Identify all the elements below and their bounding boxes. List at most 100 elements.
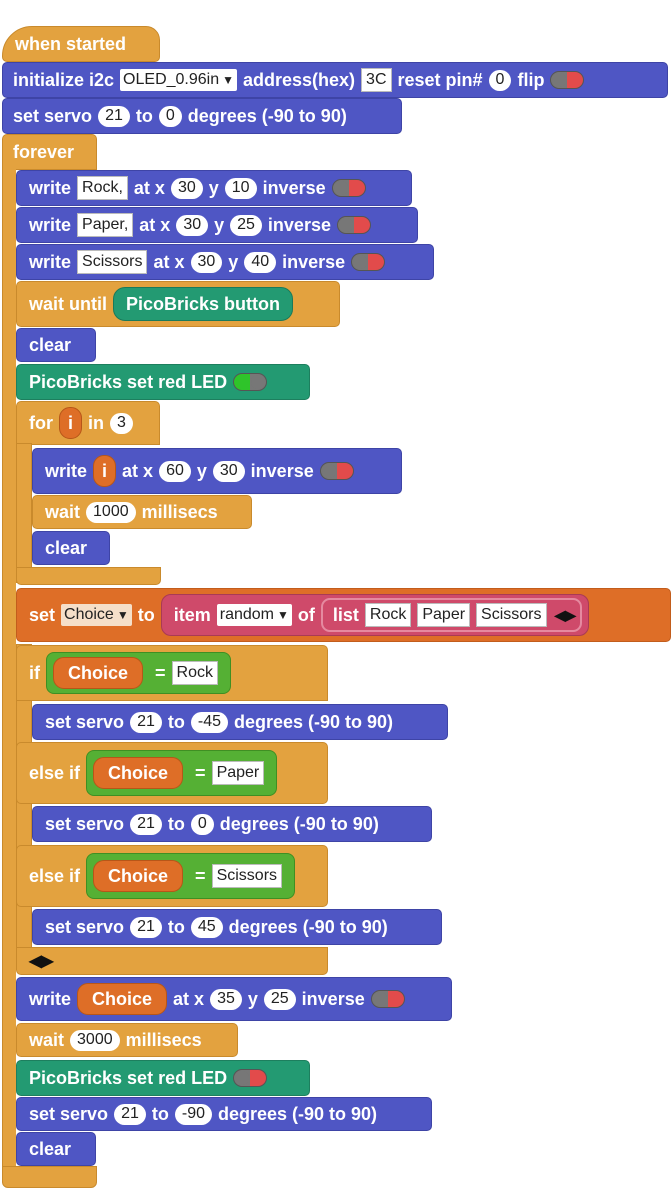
servo-end-block[interactable]: set servo 21 to -90 degrees (-90 to 90) (16, 1097, 432, 1131)
x-field[interactable]: 30 (176, 214, 209, 236)
dropdown-arrow-icon: ▼ (276, 608, 289, 622)
y-field[interactable]: 40 (244, 251, 277, 273)
clear-block[interactable]: clear (32, 531, 110, 565)
display-dropdown[interactable]: OLED_0.96in ▼ (120, 69, 237, 91)
clear-block[interactable]: clear (16, 328, 96, 362)
equals-block[interactable]: Choice = Scissors (86, 853, 296, 899)
servo-pin-field[interactable]: 21 (130, 916, 162, 938)
for-block[interactable]: for i in 3 (16, 401, 160, 445)
led-on-block[interactable]: PicoBricks set red LED (16, 364, 310, 400)
led-off-block[interactable]: PicoBricks set red LED (16, 1060, 310, 1096)
for-label: for (29, 412, 53, 433)
x-field[interactable]: 60 (159, 460, 191, 482)
write-scissors-block[interactable]: write Scissors at x 30 y 40 inverse (16, 244, 434, 280)
list-item-field[interactable]: Rock (364, 603, 412, 627)
equals-symbol: = (195, 762, 206, 783)
clear-label: clear (29, 1138, 72, 1159)
to-label: to (167, 711, 185, 732)
choice-var-pill[interactable]: Choice (93, 757, 184, 789)
write-text-field[interactable]: Paper, (77, 213, 134, 237)
servo-angle-field[interactable]: 45 (190, 916, 223, 938)
write-rock-block[interactable]: write Rock, at x 30 y 10 inverse (16, 170, 412, 206)
init-i2c-block[interactable]: initialize i2c OLED_0.96in ▼ address(hex)… (2, 62, 668, 98)
set-choice-block[interactable]: set Choice ▼ to item random ▼ of list Rock… (16, 588, 671, 642)
x-field[interactable]: 30 (190, 251, 223, 273)
x-field[interactable]: 35 (210, 988, 242, 1010)
choice-var-value: Choice (64, 606, 114, 623)
for-var-i[interactable]: i (59, 407, 83, 439)
write-text-field[interactable]: Scissors (77, 250, 148, 274)
y-field[interactable]: 25 (230, 214, 262, 236)
y-label: y (228, 251, 239, 272)
flip-toggle[interactable] (550, 71, 585, 89)
for-count-field[interactable]: 3 (110, 412, 133, 434)
choice-var-pill[interactable]: Choice (93, 860, 184, 892)
write-text-field[interactable]: Rock, (77, 176, 128, 200)
set-servo-label: set servo (45, 711, 125, 732)
clear-block[interactable]: clear (16, 1132, 96, 1166)
address-field[interactable]: 3C (361, 68, 392, 92)
wait-1000-block[interactable]: wait 1000 millisecs (32, 495, 252, 529)
servo-init-block[interactable]: set servo 21 to 0 degrees (-90 to 90) (2, 98, 402, 134)
y-field[interactable]: 30 (212, 460, 245, 482)
servo-rock-block[interactable]: set servo 21 to -45 degrees (-90 to 90) (32, 704, 448, 740)
list-block[interactable]: list Rock Paper Scissors ◀▶ (320, 598, 583, 632)
mode-dropdown[interactable]: random ▼ (216, 604, 292, 626)
when-started-hat[interactable]: when started (2, 26, 160, 62)
servo-angle-field[interactable]: 0 (190, 813, 214, 835)
wait-until-block[interactable]: wait until PicoBricks button (16, 281, 340, 327)
wait-3000-block[interactable]: wait 3000 millisecs (16, 1023, 238, 1057)
led-toggle[interactable] (233, 1069, 268, 1087)
write-choice-block[interactable]: write Choice at x 35 y 25 inverse (16, 977, 452, 1021)
list-item-field[interactable]: Paper (417, 603, 471, 627)
write-paper-block[interactable]: write Paper, at x 30 y 25 inverse (16, 207, 418, 243)
servo-pin-field[interactable]: 21 (114, 1103, 146, 1125)
else-if-scissors-header[interactable]: else if Choice = Scissors (16, 845, 328, 907)
inverse-toggle[interactable] (331, 179, 366, 197)
x-field[interactable]: 30 (170, 177, 203, 199)
servo-angle-field[interactable]: -45 (190, 711, 228, 733)
y-field[interactable]: 10 (224, 177, 257, 199)
servo-pin-field[interactable]: 21 (98, 105, 130, 127)
servo-angle-field[interactable]: -90 (174, 1103, 212, 1125)
choice-var-pill[interactable]: Choice (77, 983, 168, 1015)
list-item-field[interactable]: Scissors (476, 603, 547, 627)
inverse-toggle[interactable] (336, 216, 371, 234)
inverse-toggle[interactable] (351, 253, 386, 271)
compare-value-field[interactable]: Scissors (211, 864, 283, 888)
choice-var-pill[interactable]: Choice (53, 657, 144, 689)
write-var-i[interactable]: i (93, 455, 117, 487)
to-label: to (137, 604, 155, 625)
else-if-paper-header[interactable]: else if Choice = Paper (16, 742, 328, 804)
forever-label: forever (13, 141, 75, 162)
wait-ms-field[interactable]: 1000 (86, 501, 136, 523)
led-toggle[interactable] (233, 373, 268, 391)
compare-value-field[interactable]: Paper (211, 761, 265, 785)
picobricks-button-condition[interactable]: PicoBricks button (113, 287, 294, 321)
servo-scissors-block[interactable]: set servo 21 to 45 degrees (-90 to 90) (32, 909, 442, 945)
servo-pin-field[interactable]: 21 (130, 711, 162, 733)
if-mutator-icon[interactable]: ◀▶ (29, 951, 54, 971)
inverse-toggle[interactable] (319, 462, 354, 480)
write-i-block[interactable]: write i at x 60 y 30 inverse (32, 448, 402, 494)
list-mutator-icon[interactable]: ◀▶ (555, 607, 577, 624)
servo-paper-block[interactable]: set servo 21 to 0 degrees (-90 to 90) (32, 806, 432, 842)
reset-pin-field[interactable]: 0 (488, 69, 512, 91)
forever-block[interactable]: forever (2, 134, 97, 170)
equals-block[interactable]: Choice = Rock (46, 652, 231, 694)
set-servo-label: set servo (29, 1103, 109, 1124)
servo-angle-field[interactable]: 0 (158, 105, 182, 127)
dropdown-arrow-icon: ▼ (116, 608, 129, 622)
for-spine (16, 443, 32, 583)
inverse-toggle[interactable] (370, 990, 405, 1008)
servo-pin-field[interactable]: 21 (130, 813, 162, 835)
y-field[interactable]: 25 (263, 988, 296, 1010)
equals-block[interactable]: Choice = Paper (86, 750, 278, 796)
wait-ms-field[interactable]: 3000 (70, 1029, 120, 1051)
choice-var-dropdown[interactable]: Choice ▼ (61, 604, 132, 626)
at-x-label: at x (139, 214, 171, 235)
if-header[interactable]: if Choice = Rock (16, 645, 328, 701)
compare-value-field[interactable]: Rock (171, 661, 218, 685)
inverse-label: inverse (267, 214, 331, 235)
list-item-block[interactable]: item random ▼ of list Rock Paper Scissors… (160, 594, 590, 636)
